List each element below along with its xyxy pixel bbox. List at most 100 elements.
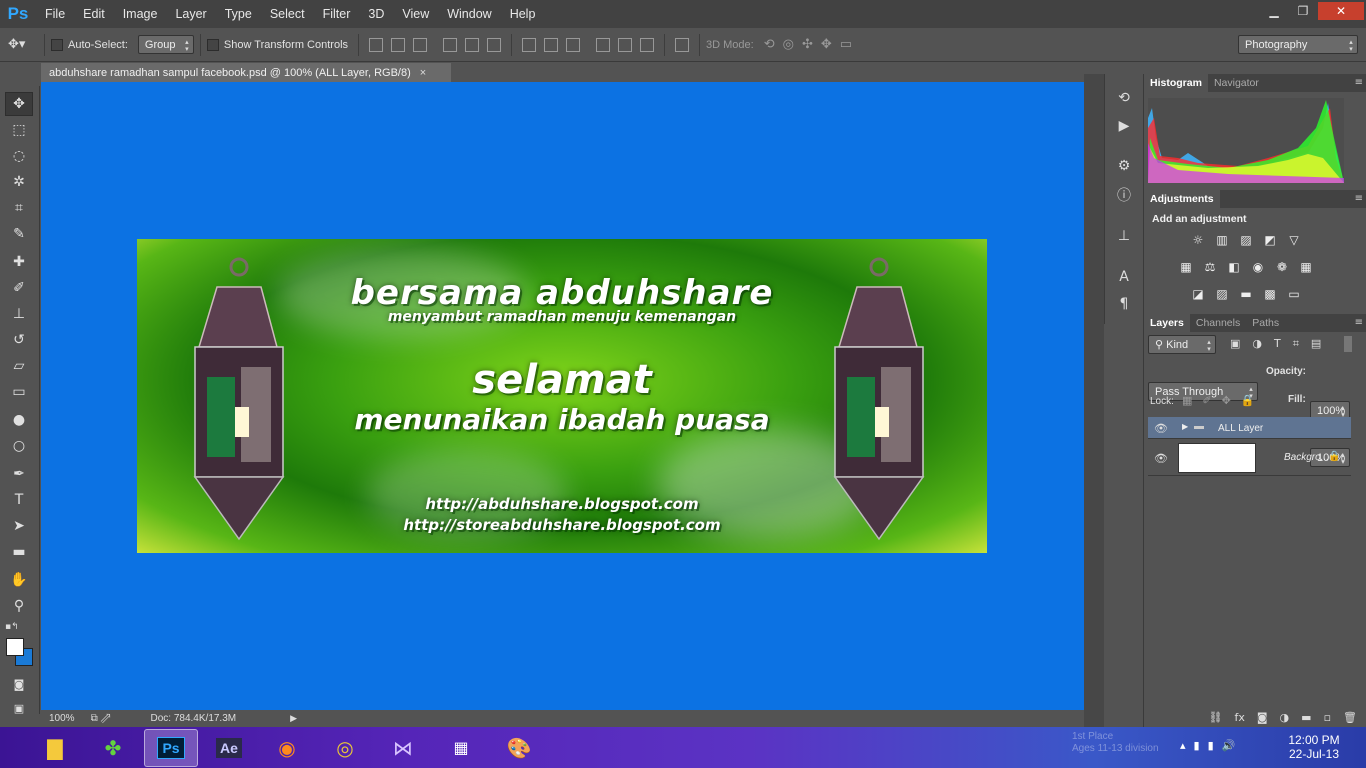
eyedropper-tool-icon[interactable]: ✎ — [5, 222, 33, 246]
channel-mixer-icon[interactable]: ❁ — [1274, 260, 1290, 274]
clone-source-icon[interactable]: ⊥ — [1114, 226, 1134, 246]
zoom-tool-icon[interactable]: ⚲ — [5, 594, 33, 618]
menu-help[interactable]: Help — [501, 0, 545, 28]
close-tab-icon[interactable]: × — [420, 67, 426, 79]
distribute-top-icon[interactable] — [522, 37, 537, 52]
align-vcenter-icon[interactable] — [391, 37, 406, 52]
magic-wand-tool-icon[interactable]: ✲ — [5, 170, 33, 194]
layer-name-group[interactable]: ALL Layer — [1218, 423, 1263, 434]
distribute-hcenter-icon[interactable] — [618, 37, 633, 52]
workspace-dropdown[interactable]: Photography — [1238, 35, 1358, 54]
document-tab[interactable]: abduhshare ramadhan sampul facebook.psd … — [41, 63, 451, 82]
layer-name-background[interactable]: Backgro... — [1284, 452, 1329, 463]
gradient-map-icon[interactable]: ▭ — [1286, 287, 1302, 301]
menu-select[interactable]: Select — [261, 0, 314, 28]
new-group-icon[interactable]: ▬ — [1301, 711, 1311, 724]
black-white-icon[interactable]: ◧ — [1226, 260, 1242, 274]
distribute-bottom-icon[interactable] — [566, 37, 581, 52]
selective-color-icon[interactable]: ▩ — [1262, 287, 1278, 301]
calendar-app-taskbar-icon[interactable]: ▦ — [434, 729, 488, 767]
pen-tool-icon[interactable]: ✒ — [5, 462, 33, 486]
menu-window[interactable]: Window — [438, 0, 500, 28]
expand-arrow-icon[interactable]: ▶ — [1182, 422, 1188, 431]
adjustment-layer-icon[interactable]: ◑ — [1280, 711, 1290, 724]
layer-row-background[interactable]: 👁 Backgro... 🔒 — [1148, 440, 1351, 476]
menu-file[interactable]: File — [36, 0, 74, 28]
add-mask-icon[interactable]: ◙ — [1257, 711, 1268, 724]
layer-kind-filter[interactable]: ⚲ Kind — [1148, 335, 1216, 354]
minimize-button[interactable]: ▁ — [1260, 2, 1288, 20]
history-brush-tool-icon[interactable]: ↺ — [5, 328, 33, 352]
filter-toggle[interactable] — [1344, 336, 1352, 352]
fx-icon[interactable]: fx — [1234, 711, 1244, 724]
threshold-icon[interactable]: ▬ — [1238, 287, 1254, 301]
quick-mask-icon[interactable]: ◙ — [5, 672, 33, 696]
auto-select-checkbox[interactable] — [51, 38, 63, 51]
close-button[interactable]: ✕ — [1318, 2, 1364, 20]
clock[interactable]: 12:00 PM 22-Jul-13 — [1282, 733, 1346, 761]
healing-brush-tool-icon[interactable]: ✚ — [5, 250, 33, 274]
move-tool-preset-icon[interactable]: ✥▾ — [8, 37, 38, 52]
menu-3d[interactable]: 3D — [359, 0, 393, 28]
tool-presets-icon[interactable]: ⚙ — [1114, 156, 1134, 176]
clover-app-taskbar-icon[interactable]: ✤ — [86, 729, 140, 767]
posterize-icon[interactable]: ▨ — [1214, 287, 1230, 301]
photoshop-taskbar-icon[interactable]: Ps — [144, 728, 198, 767]
gradient-tool-icon[interactable]: ▭ — [5, 380, 33, 404]
trash-icon[interactable]: 🗑 — [1343, 711, 1357, 724]
crop-tool-icon[interactable]: ⌗ — [5, 196, 33, 220]
color-lookup-icon[interactable]: ▦ — [1298, 260, 1314, 274]
explorer-taskbar-icon[interactable]: ▇ — [28, 729, 82, 767]
new-layer-icon[interactable]: ▫ — [1324, 711, 1331, 724]
align-bottom-icon[interactable] — [413, 37, 428, 52]
photo-filter-icon[interactable]: ◉ — [1250, 260, 1266, 274]
eraser-tool-icon[interactable]: ▱ — [5, 354, 33, 378]
tab-navigator[interactable]: Navigator — [1208, 74, 1265, 92]
menu-view[interactable]: View — [393, 0, 438, 28]
tab-histogram[interactable]: Histogram — [1144, 74, 1208, 92]
levels-icon[interactable]: ▥ — [1214, 233, 1230, 247]
default-colors-icon[interactable]: ▪↰ — [5, 622, 19, 632]
auto-select-dropdown[interactable]: Group — [137, 35, 194, 54]
show-transform-checkbox[interactable] — [206, 38, 219, 51]
distribute-right-icon[interactable] — [640, 37, 655, 52]
history-panel-icon[interactable]: ⟲ — [1114, 88, 1134, 108]
hue-saturation-icon[interactable]: ▦ — [1178, 260, 1194, 274]
lasso-tool-icon[interactable]: ◌ — [5, 144, 33, 168]
distribute-vcenter-icon[interactable] — [544, 37, 559, 52]
paragraph-panel-icon[interactable]: ¶ — [1114, 294, 1134, 314]
vibrance-icon[interactable]: ▽ — [1286, 233, 1302, 247]
link-layers-icon[interactable]: ⛓ — [1209, 711, 1223, 724]
exposure-icon[interactable]: ◩ — [1262, 233, 1278, 247]
invert-icon[interactable]: ◪ — [1190, 287, 1206, 301]
chrome-taskbar-icon[interactable]: ◎ — [318, 729, 372, 767]
layer-row-group[interactable]: 👁 ▶ ▬ ALL Layer — [1148, 417, 1351, 439]
move-tool-icon[interactable]: ✥ — [5, 92, 33, 116]
layer-filter-icons[interactable]: ▣◑T⌗▤ — [1230, 337, 1333, 351]
panel-menu-icon[interactable]: ≡ — [1355, 317, 1363, 328]
foreground-color-swatch[interactable] — [6, 638, 24, 656]
type-tool-icon[interactable]: T — [5, 488, 33, 512]
menu-layer[interactable]: Layer — [166, 0, 215, 28]
path-selection-tool-icon[interactable]: ➤ — [5, 514, 33, 538]
dodge-tool-icon[interactable]: ○ — [5, 434, 33, 458]
align-left-icon[interactable] — [443, 37, 458, 52]
screen-mode-icon[interactable]: ▣ — [5, 696, 33, 720]
tab-adjustments[interactable]: Adjustments — [1144, 190, 1220, 208]
system-tray-icons[interactable]: ▴▮▮🔊 — [1180, 739, 1243, 752]
character-panel-icon[interactable]: A — [1114, 267, 1134, 287]
actions-play-icon[interactable]: ▶ — [1114, 116, 1134, 136]
brush-tool-icon[interactable]: ✐ — [5, 276, 33, 300]
firefox-taskbar-icon[interactable]: ◉ — [260, 729, 314, 767]
paint-app-taskbar-icon[interactable]: 🎨 — [492, 729, 546, 767]
color-balance-icon[interactable]: ⚖ — [1202, 260, 1218, 274]
align-top-icon[interactable] — [369, 37, 384, 52]
tab-paths[interactable]: Paths — [1246, 314, 1285, 332]
export-icon[interactable]: ⧉ ⇗ — [91, 713, 111, 724]
align-hcenter-icon[interactable] — [465, 37, 480, 52]
menu-image[interactable]: Image — [114, 0, 167, 28]
panel-menu-icon[interactable]: ≡ — [1355, 193, 1363, 204]
brightness-icon[interactable]: ☼ — [1190, 233, 1206, 247]
info-icon[interactable]: ⓘ — [1114, 185, 1134, 205]
tab-layers[interactable]: Layers — [1144, 314, 1190, 332]
